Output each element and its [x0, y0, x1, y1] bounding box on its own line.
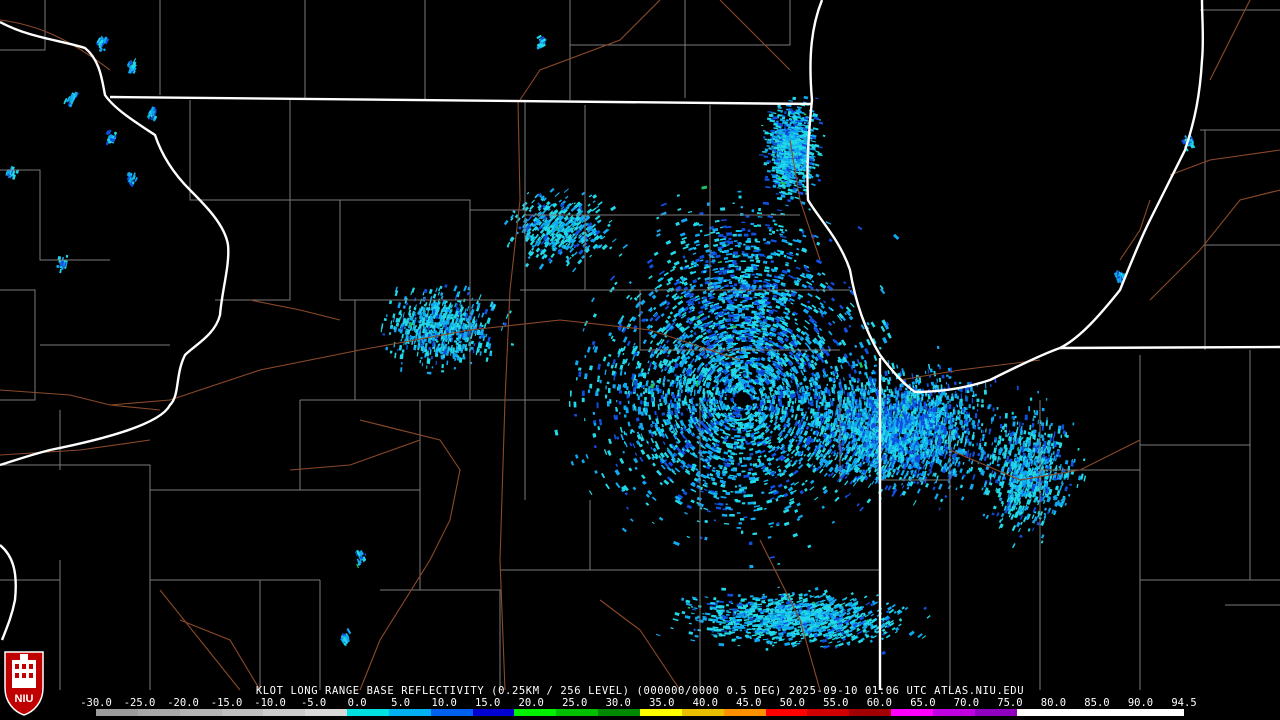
colorbar-segment — [933, 709, 975, 716]
scale-tick-label: 70.0 — [954, 697, 979, 709]
colorbar-segment — [849, 709, 891, 716]
niu-logo: NIU — [3, 648, 45, 716]
scale-tick-label: -20.0 — [167, 697, 199, 709]
colorbar-segment — [682, 709, 724, 716]
scale-tick-label: 94.5 — [1171, 697, 1196, 709]
scale-tick-label: -30.0 — [80, 697, 112, 709]
logo-text: NIU — [15, 693, 34, 705]
colorbar-segment — [1058, 709, 1100, 716]
colorbar-segment — [431, 709, 473, 716]
scale-tick-label: -5.0 — [301, 697, 326, 709]
colorbar-segment — [222, 709, 264, 716]
colorbar-segment — [473, 709, 515, 716]
colorbar-segment — [975, 709, 1017, 716]
colorbar-segment — [807, 709, 849, 716]
scale-tick-label: -10.0 — [254, 697, 286, 709]
product-caption: KLOT LONG RANGE BASE REFLECTIVITY (0.25K… — [0, 685, 1280, 697]
scale-tick-label: 90.0 — [1128, 697, 1153, 709]
scale-tick-label: 30.0 — [606, 697, 631, 709]
scale-tick-labels: -30.0 -25.0 -20.0 -15.0 -10.0 -5.0 0.0 5.0 10.0 1… — [96, 697, 1196, 709]
colorbar-segment — [180, 709, 222, 716]
scale-tick-label: 60.0 — [867, 697, 892, 709]
colorbar-segment — [891, 709, 933, 716]
scale-tick-label: 50.0 — [780, 697, 805, 709]
scale-tick-label: 35.0 — [649, 697, 674, 709]
radar-site-marker — [735, 393, 749, 407]
colorbar-segment — [138, 709, 180, 716]
colorbar-segment — [1017, 709, 1059, 716]
scale-tick-label: 20.0 — [519, 697, 544, 709]
colorbar-segment — [766, 709, 808, 716]
scale-tick-label: 85.0 — [1084, 697, 1109, 709]
scale-tick-label: 15.0 — [475, 697, 500, 709]
colorbar-segment — [1142, 709, 1184, 716]
scale-tick-label: 45.0 — [736, 697, 761, 709]
colorbar-segment — [724, 709, 766, 716]
colorbar-segment — [1100, 709, 1142, 716]
reflectivity-colorbar — [96, 709, 1184, 716]
scale-tick-label: 25.0 — [562, 697, 587, 709]
radar-map — [0, 0, 1280, 720]
colorbar-segment — [640, 709, 682, 716]
colorbar-segment — [347, 709, 389, 716]
scale-tick-label: 75.0 — [997, 697, 1022, 709]
colorbar-segment — [556, 709, 598, 716]
scale-tick-label: -25.0 — [124, 697, 156, 709]
scale-tick-label: 5.0 — [391, 697, 410, 709]
colorbar-segment — [96, 709, 138, 716]
colorbar-segment — [305, 709, 347, 716]
scale-tick-label: 80.0 — [1041, 697, 1066, 709]
scale-tick-label: 55.0 — [823, 697, 848, 709]
scale-tick-label: 10.0 — [432, 697, 457, 709]
colorbar-segment — [389, 709, 431, 716]
colorbar-segment — [514, 709, 556, 716]
colorbar-segment — [263, 709, 305, 716]
scale-tick-label: -15.0 — [211, 697, 243, 709]
scale-tick-label: 0.0 — [348, 697, 367, 709]
scale-tick-label: 40.0 — [693, 697, 718, 709]
scale-tick-label: 65.0 — [910, 697, 935, 709]
colorbar-segment — [598, 709, 640, 716]
